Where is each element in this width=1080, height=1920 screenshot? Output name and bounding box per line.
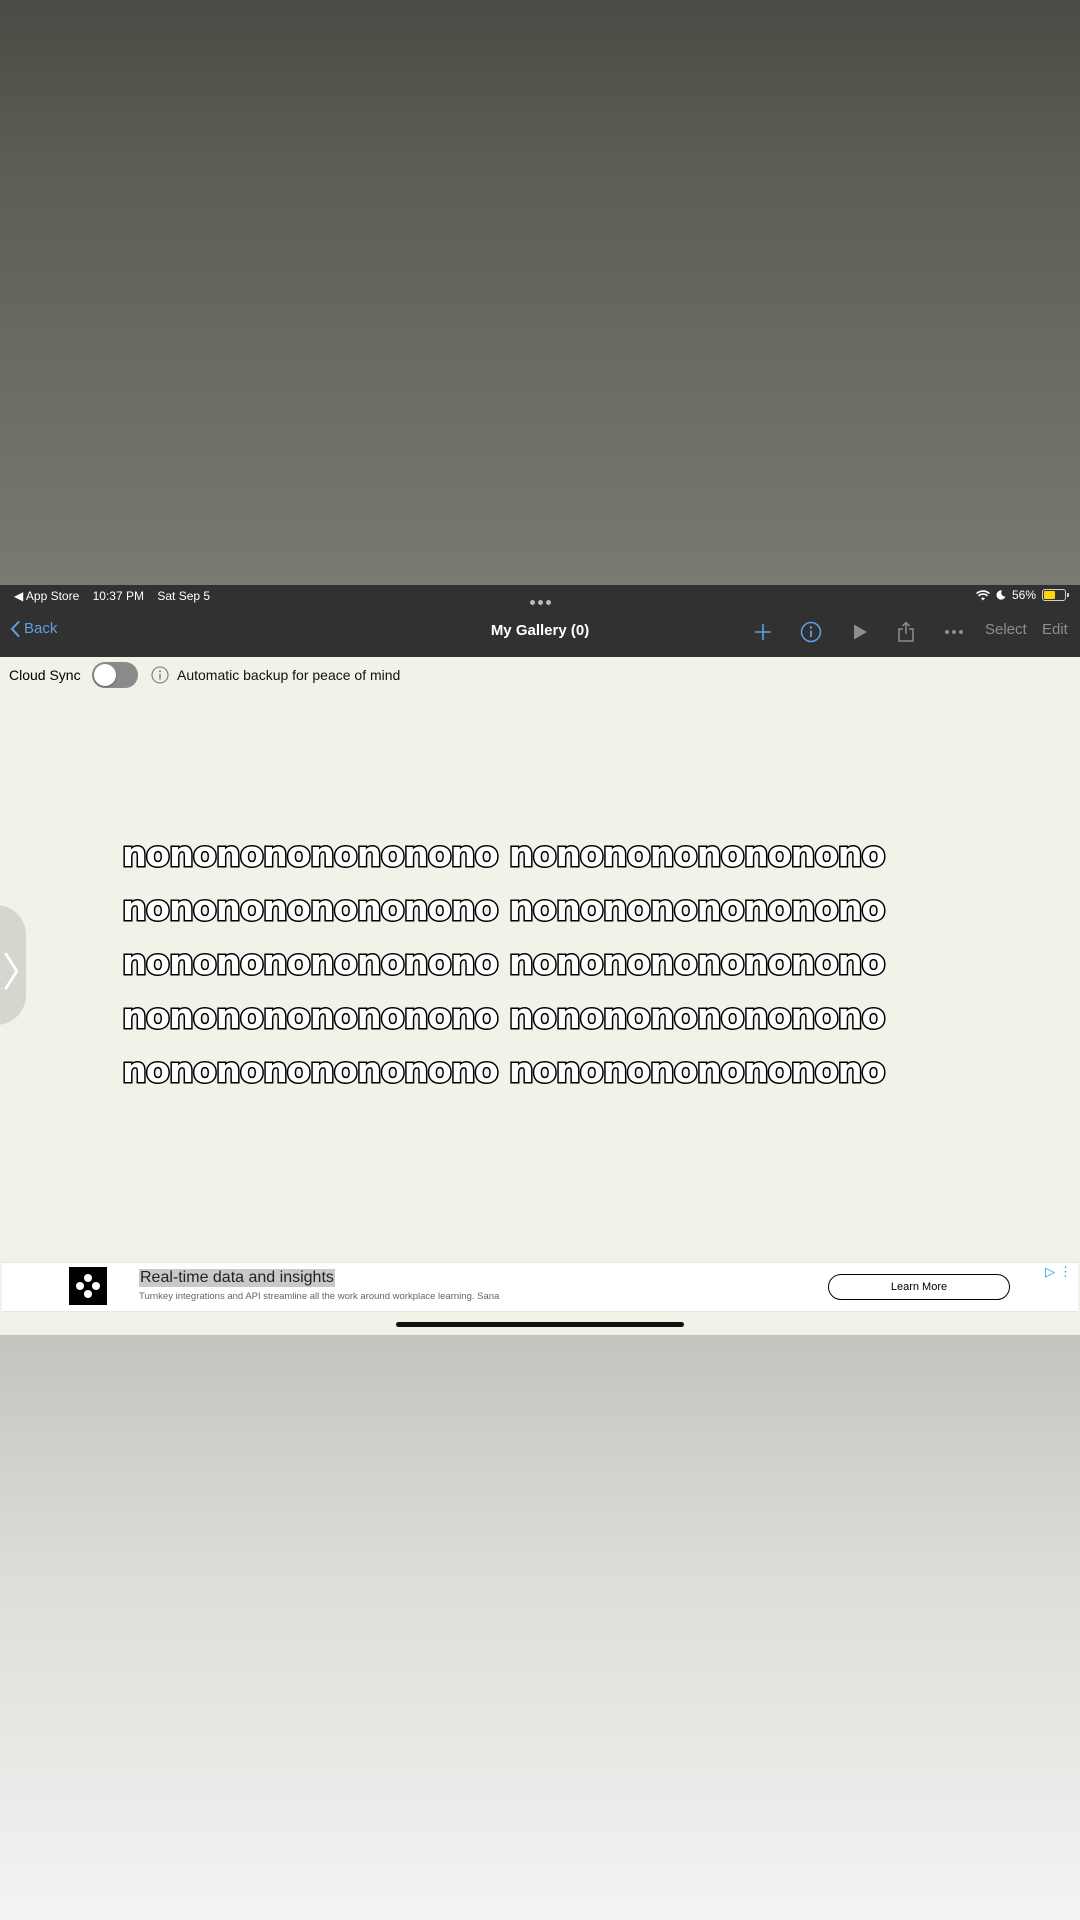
ad-choices[interactable]: ▷ ⋮ (1045, 1264, 1072, 1280)
status-bar: ◀ App Store 10:37 PM Sat Sep 5 56% (0, 585, 1080, 607)
cloud-sync-label: Cloud Sync (9, 667, 81, 683)
moon-icon (996, 590, 1006, 600)
chevron-left-icon (10, 620, 20, 637)
battery-fill (1044, 591, 1056, 599)
share-icon (898, 621, 914, 642)
gallery-text-content: nononononononono nononononononono nonono… (121, 828, 962, 1098)
play-button[interactable] (847, 619, 873, 645)
text-line-2: nononononononono nononononononono (121, 888, 888, 931)
battery-percent: 56% (1011, 588, 1036, 602)
background-top (0, 0, 1080, 585)
battery-icon (1042, 589, 1069, 601)
ad-logo[interactable] (69, 1267, 107, 1305)
status-date: Sat Sep 5 (157, 589, 211, 603)
play-icon (854, 624, 867, 640)
cloud-sync-description: Automatic backup for peace of mind (177, 667, 401, 683)
home-indicator[interactable] (396, 1322, 684, 1327)
chevron-right-icon: 〉 (2, 950, 42, 996)
ad-learn-more-button[interactable]: Learn More (828, 1274, 1010, 1300)
background-bottom (0, 1335, 1080, 1920)
ad-choices-icon: ▷ (1045, 1264, 1055, 1279)
ad-title[interactable]: Real-time data and insights (139, 1269, 335, 1287)
toggle-knob (94, 664, 116, 686)
more-button[interactable] (941, 619, 967, 645)
share-button[interactable] (893, 619, 919, 645)
edit-button[interactable]: Edit (1042, 621, 1068, 638)
wifi-icon (976, 589, 990, 600)
text-line-5: nononononononono nononononononono (121, 1050, 888, 1093)
multitasking-dots-icon[interactable] (528, 594, 552, 608)
cloud-sync-row: Cloud Sync Automatic backup for peace of… (0, 657, 1080, 693)
text-line-1: nononononononono nononononononono (121, 834, 888, 877)
top-bar: ◀ App Store 10:37 PM Sat Sep 5 56% Back … (0, 585, 1080, 657)
ad-menu-icon: ⋮ (1059, 1264, 1072, 1279)
sana-logo-icon (76, 1274, 100, 1298)
more-icon (945, 630, 963, 634)
back-label: Back (24, 620, 58, 637)
info-button[interactable] (798, 619, 824, 645)
text-line-4: nononononononono nononononononono (121, 996, 888, 1039)
ad-banner[interactable]: Real-time data and insights Turnkey inte… (2, 1262, 1078, 1312)
app-window: ◀ App Store 10:37 PM Sat Sep 5 56% Back … (0, 585, 1080, 1335)
add-button[interactable] (750, 619, 776, 645)
ad-description: Turnkey integrations and API streamline … (139, 1291, 500, 1302)
cloud-sync-toggle[interactable] (92, 662, 138, 688)
plus-icon (755, 624, 771, 640)
status-time: 10:37 PM (92, 589, 144, 603)
back-to-app-store[interactable]: ◀ App Store (14, 589, 79, 603)
back-button[interactable]: Back (10, 620, 57, 637)
select-button[interactable]: Select (985, 621, 1027, 638)
text-line-3: nononononononono nononononononono (121, 942, 888, 985)
side-drawer-tab[interactable]: 〉 (0, 905, 42, 1025)
cloud-sync-info-icon[interactable] (151, 666, 169, 684)
page-title: My Gallery (0) (490, 622, 590, 639)
navigation-bar: Back My Gallery (0) Select Edit (0, 607, 1080, 657)
info-icon (800, 621, 822, 643)
